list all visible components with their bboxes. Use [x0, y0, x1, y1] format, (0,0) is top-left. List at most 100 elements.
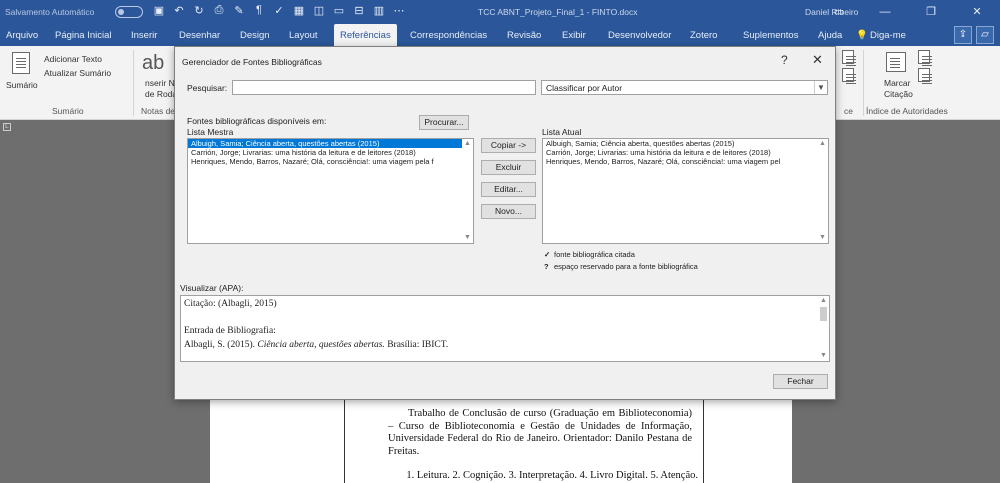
- footnote-icon[interactable]: ab: [142, 52, 164, 75]
- close-icon[interactable]: ✕: [812, 52, 823, 68]
- more-icon[interactable]: ⋯: [392, 4, 406, 17]
- scroll-thumb[interactable]: [820, 307, 827, 321]
- document-title: TCC ABNT_Projeto_Final_1 - FINTO.docx: [478, 7, 638, 17]
- summary-button[interactable]: Sumário: [6, 80, 38, 90]
- columns-icon[interactable]: ▥: [372, 4, 386, 17]
- scroll-down-icon[interactable]: ▼: [817, 233, 828, 243]
- title-bar: Salvamento Automático ▣ ↶ ↻ ⎙ ✎ ¶ ✓ ▦ ◫ …: [0, 0, 1000, 24]
- scroll-up-icon[interactable]: ▲: [462, 139, 473, 149]
- current-list-item[interactable]: Carrión, Jorge; Livrarias: uma história …: [543, 148, 828, 157]
- tab-layout[interactable]: Layout: [289, 30, 318, 41]
- body-paragraph: Trabalho de Conclusão de curso (Graduaçã…: [388, 408, 692, 457]
- browse-button[interactable]: Procurar...: [419, 115, 469, 130]
- tab-referencias[interactable]: Referências: [334, 24, 397, 46]
- question-mark-icon: ?: [544, 262, 549, 271]
- tell-me-input[interactable]: Diga-me: [870, 30, 906, 41]
- mark-citation-label-1[interactable]: Marcar: [884, 78, 910, 88]
- tab-zotero[interactable]: Zotero: [690, 30, 717, 41]
- help-icon[interactable]: ?: [781, 53, 788, 67]
- index-update-icon[interactable]: [842, 68, 856, 82]
- maximize-icon[interactable]: ❐: [908, 0, 954, 24]
- tab-desenhar[interactable]: Desenhar: [179, 30, 220, 41]
- preview-entry-rest: Brasília: IBICT.: [387, 340, 449, 350]
- master-list-scrollbar[interactable]: ▲ ▼: [462, 139, 473, 243]
- summary-icon[interactable]: [12, 52, 30, 74]
- tab-suplementos[interactable]: Suplementos: [743, 30, 798, 41]
- add-text-button[interactable]: Adicionar Texto: [44, 54, 102, 64]
- close-window-icon[interactable]: ✕: [954, 0, 1000, 24]
- print-preview-icon[interactable]: ⎙: [212, 4, 226, 17]
- current-list-item[interactable]: Albuigh, Samia; Ciência aberta, questões…: [543, 139, 828, 148]
- scroll-up-icon[interactable]: ▲: [817, 139, 828, 149]
- scroll-down-icon[interactable]: ▼: [818, 351, 829, 361]
- comments-icon[interactable]: ▱: [976, 26, 994, 44]
- preview-scrollbar[interactable]: ▲ ▼: [818, 296, 829, 361]
- legend-cited-text: fonte bibliográfica citada: [554, 250, 635, 259]
- redo-icon[interactable]: ↻: [192, 4, 206, 17]
- preview-entry: Albagli, S. (2015). Ciência aberta, ques…: [184, 340, 448, 350]
- new-button[interactable]: Novo...: [481, 204, 536, 219]
- group-notes-label: Notas de: [141, 106, 176, 116]
- lightbulb-icon[interactable]: 💡: [856, 30, 868, 41]
- tab-correspondencias[interactable]: Correspondências: [410, 30, 487, 41]
- paste-icon[interactable]: ✎: [232, 4, 246, 17]
- tab-arquivo[interactable]: Arquivo: [6, 30, 38, 41]
- ribbon-separator: [863, 50, 864, 116]
- master-list-item[interactable]: Albuigh, Samia; Ciência aberta, questões…: [188, 139, 473, 148]
- tab-pagina-inicial[interactable]: Página Inicial: [55, 30, 112, 41]
- index-icon[interactable]: [842, 50, 856, 64]
- insert-icon[interactable]: ◫: [312, 4, 326, 17]
- ribbon-options-icon[interactable]: ▭: [816, 0, 862, 24]
- tab-selector-icon[interactable]: L: [3, 123, 11, 131]
- update-summary-button[interactable]: Atualizar Sumário: [44, 68, 111, 78]
- tab-ajuda[interactable]: Ajuda: [818, 30, 842, 41]
- menu-bar: Arquivo Página Inicial Inserir Desenhar …: [0, 24, 1000, 46]
- current-list-label: Lista Atual: [542, 127, 582, 137]
- current-list-item[interactable]: Henriques, Mendo, Barros, Nazaré; Olá, c…: [543, 157, 828, 166]
- chevron-down-icon[interactable]: ▼: [814, 81, 827, 94]
- quick-access-toolbar: ▣ ↶ ↻ ⎙ ✎ ¶ ✓ ▦ ◫ ▭ ⊟ ▥ ⋯: [152, 4, 406, 17]
- master-list-item[interactable]: Carrión, Jorge; Livrarias: uma história …: [188, 148, 473, 157]
- update-authorities-icon[interactable]: [918, 68, 932, 82]
- close-button[interactable]: Fechar: [773, 374, 828, 389]
- ribbon-separator: [133, 50, 134, 116]
- delete-button[interactable]: Excluir: [481, 160, 536, 175]
- format-icon[interactable]: ⊟: [352, 4, 366, 17]
- mark-citation-icon[interactable]: [886, 52, 906, 72]
- table-icon[interactable]: ▦: [292, 4, 306, 17]
- minimize-icon[interactable]: —: [862, 0, 908, 24]
- current-list-scrollbar[interactable]: ▲ ▼: [817, 139, 828, 243]
- sort-value: Classificar por Autor: [546, 83, 623, 93]
- shape-icon[interactable]: ▭: [332, 4, 346, 17]
- sort-select[interactable]: Classificar por Autor ▼: [541, 80, 828, 95]
- autosave-label: Salvamento Automático: [5, 7, 95, 17]
- tab-exibir[interactable]: Exibir: [562, 30, 586, 41]
- undo-icon[interactable]: ↶: [172, 4, 186, 17]
- master-list[interactable]: Albuigh, Samia; Ciência aberta, questões…: [187, 138, 474, 244]
- dialog-title: Gerenciador de Fontes Bibliográficas: [182, 57, 322, 67]
- scroll-down-icon[interactable]: ▼: [462, 233, 473, 243]
- legend-placeholder-text: espaço reservado para a fonte bibliográf…: [554, 262, 698, 271]
- edit-button[interactable]: Editar...: [481, 182, 536, 197]
- insert-footnote-label-2[interactable]: de Roda: [145, 89, 177, 99]
- tab-revisao[interactable]: Revisão: [507, 30, 541, 41]
- autosave-toggle[interactable]: [115, 6, 143, 18]
- copy-button[interactable]: Copiar ->: [481, 138, 536, 153]
- preview-entry-author: Albagli, S. (2015).: [184, 340, 255, 350]
- insert-authorities-icon[interactable]: [918, 50, 932, 64]
- preview-box[interactable]: Citação: (Albagli, 2015) Entrada de Bibl…: [180, 295, 830, 362]
- tab-inserir[interactable]: Inserir: [131, 30, 157, 41]
- scroll-up-icon[interactable]: ▲: [818, 296, 829, 306]
- share-icon[interactable]: ⇪: [954, 26, 972, 44]
- insert-footnote-label-1[interactable]: nserir N: [145, 78, 175, 88]
- tab-desenvolvedor[interactable]: Desenvolvedor: [608, 30, 671, 41]
- current-list[interactable]: Albuigh, Samia; Ciência aberta, questões…: [542, 138, 829, 244]
- mark-citation-label-2[interactable]: Citação: [884, 89, 913, 99]
- keywords-paragraph: 1. Leitura. 2. Cognição. 3. Interpretaçã…: [406, 470, 698, 481]
- spelling-icon[interactable]: ✓: [272, 4, 286, 17]
- pilcrow-icon[interactable]: ¶: [252, 4, 266, 17]
- search-input[interactable]: [232, 80, 536, 95]
- master-list-item[interactable]: Henriques, Mendo, Barros, Nazaré; Olá, c…: [188, 157, 473, 166]
- save-icon[interactable]: ▣: [152, 4, 166, 17]
- tab-design[interactable]: Design: [240, 30, 270, 41]
